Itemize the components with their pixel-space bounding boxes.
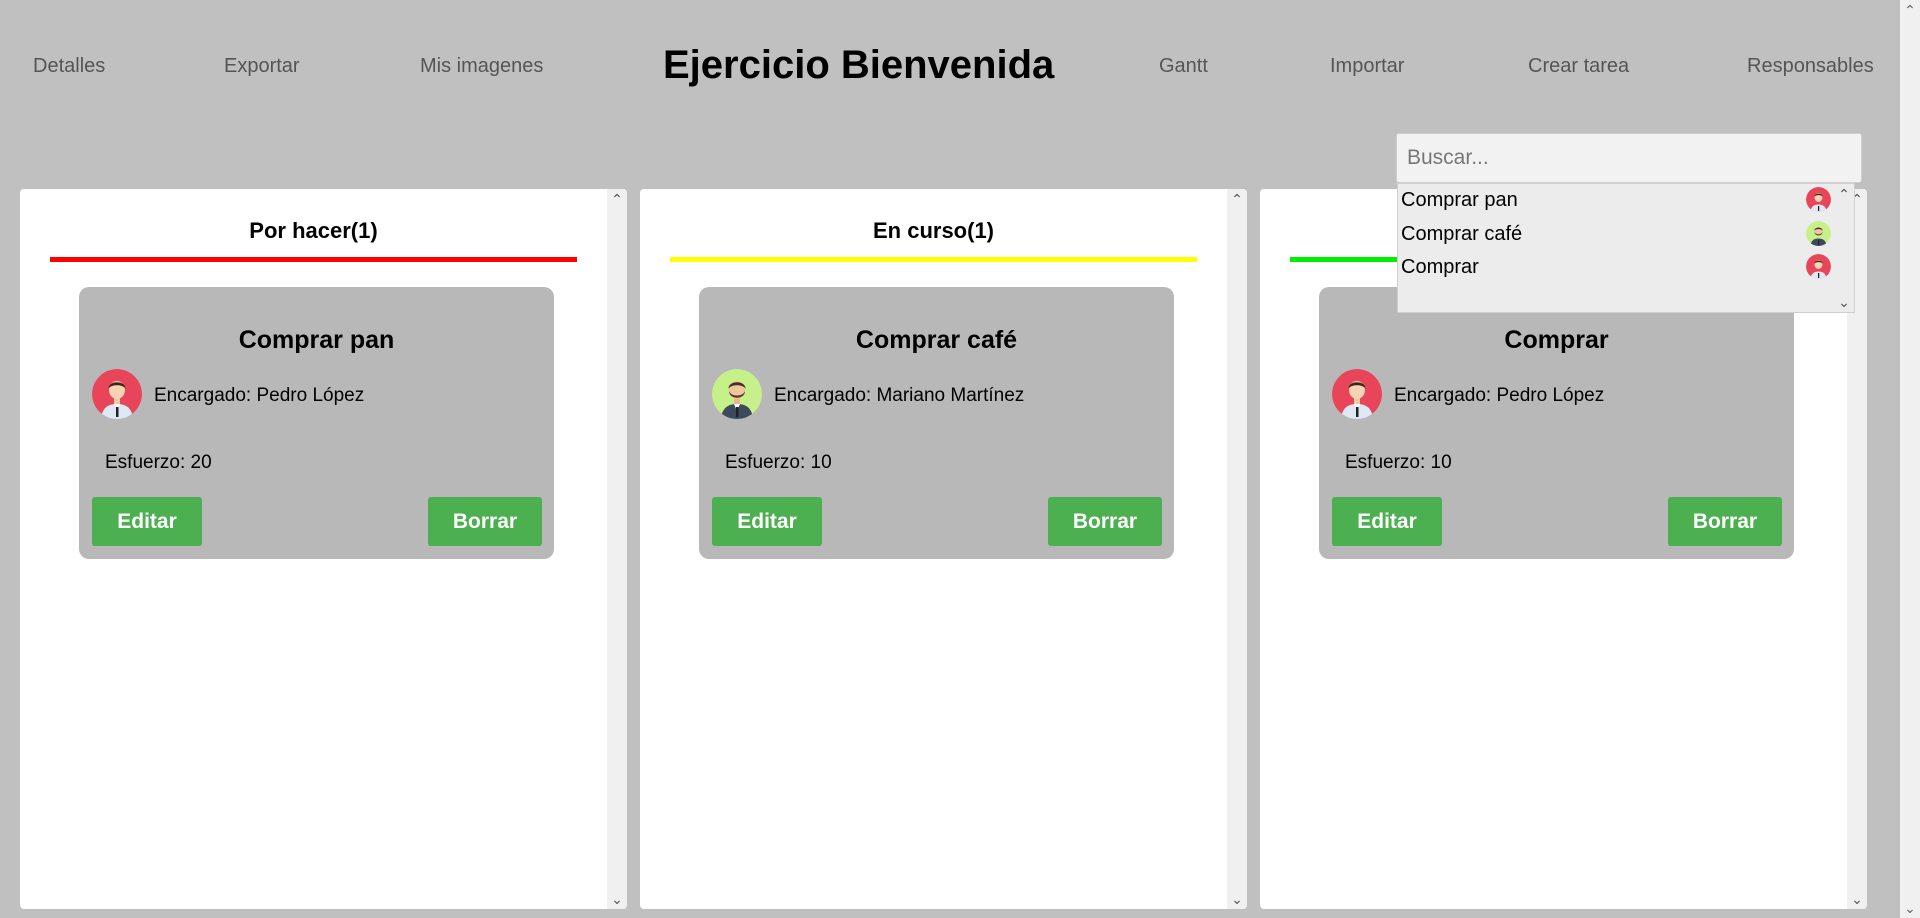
nav-detalles[interactable]: Detalles bbox=[33, 55, 105, 78]
search-result-label: Comprar pan bbox=[1401, 189, 1518, 211]
person-red-icon bbox=[1806, 187, 1831, 212]
edit-button[interactable]: Editar bbox=[1332, 497, 1442, 546]
delete-button[interactable]: Borrar bbox=[428, 497, 542, 546]
column-title: En curso(1) bbox=[872, 218, 995, 243]
chevron-down-icon[interactable]: ⌄ bbox=[1227, 889, 1247, 909]
task-card: Comprar Encargado: Pedro López Esfuerzo:… bbox=[1319, 287, 1794, 559]
search-result-label: Comprar bbox=[1401, 256, 1479, 278]
chevron-down-icon[interactable]: ⌄ bbox=[607, 889, 627, 909]
nav-mis-imagenes[interactable]: Mis imagenes bbox=[420, 55, 543, 78]
nav-crear-tarea[interactable]: Crear tarea bbox=[1528, 55, 1629, 78]
task-title: Comprar bbox=[1504, 326, 1609, 354]
person-green-icon bbox=[712, 369, 762, 419]
search-result-item[interactable]: Comprar bbox=[1401, 252, 1831, 282]
edit-button[interactable]: Editar bbox=[92, 497, 202, 546]
column-scrollbar[interactable]: ⌃ ⌄ bbox=[607, 189, 627, 909]
delete-button[interactable]: Borrar bbox=[1668, 497, 1782, 546]
nav-gantt[interactable]: Gantt bbox=[1159, 55, 1208, 78]
task-assignee: Encargado: Mariano Martínez bbox=[774, 385, 1025, 406]
person-green-icon bbox=[1806, 221, 1831, 246]
search-input[interactable] bbox=[1396, 133, 1862, 183]
chevron-down-icon[interactable]: ⌄ bbox=[1900, 898, 1920, 918]
nav-responsables[interactable]: Responsables bbox=[1747, 55, 1874, 78]
task-title: Comprar pan bbox=[238, 326, 395, 354]
task-effort: Esfuerzo: 20 bbox=[105, 452, 212, 473]
page-title: Ejercicio Bienvenida bbox=[663, 43, 1055, 87]
task-assignee: Encargado: Pedro López bbox=[154, 385, 365, 406]
delete-button[interactable]: Borrar bbox=[1048, 497, 1162, 546]
nav-importar[interactable]: Importar bbox=[1330, 55, 1404, 78]
search-result-item[interactable]: Comprar café bbox=[1401, 219, 1831, 249]
column-color-bar bbox=[670, 257, 1197, 262]
search-results-dropdown: Comprar pan Comprar café Comprar ⌃ ⌄ bbox=[1397, 183, 1855, 313]
column-en-curso: En curso(1) Comprar café Encargado: Mari… bbox=[640, 189, 1247, 909]
column-color-bar bbox=[50, 257, 577, 262]
task-assignee: Encargado: Pedro López bbox=[1394, 385, 1605, 406]
person-red-icon bbox=[1806, 254, 1831, 279]
task-card: Comprar café Encargado: Mariano Martínez… bbox=[699, 287, 1174, 559]
page-scrollbar[interactable]: ⌃ ⌄ bbox=[1900, 0, 1920, 918]
person-red-icon bbox=[1332, 369, 1382, 419]
chevron-up-icon[interactable]: ⌃ bbox=[607, 189, 627, 209]
column-scrollbar[interactable]: ⌃ ⌄ bbox=[1227, 189, 1247, 909]
task-effort: Esfuerzo: 10 bbox=[725, 452, 832, 473]
dropdown-scrollbar[interactable]: ⌃ ⌄ bbox=[1834, 184, 1854, 312]
task-effort: Esfuerzo: 10 bbox=[1345, 452, 1452, 473]
column-title: Por hacer(1) bbox=[249, 218, 378, 243]
chevron-up-icon[interactable]: ⌃ bbox=[1900, 0, 1920, 20]
nav-exportar[interactable]: Exportar bbox=[224, 55, 300, 78]
chevron-up-icon[interactable]: ⌃ bbox=[1834, 184, 1854, 204]
task-title: Comprar café bbox=[855, 326, 1018, 354]
search-result-item[interactable]: Comprar pan bbox=[1401, 185, 1831, 215]
chevron-down-icon[interactable]: ⌄ bbox=[1834, 292, 1854, 312]
column-por-hacer: Por hacer(1) Comprar pan Encargado: Pedr… bbox=[20, 189, 627, 909]
search-result-label: Comprar café bbox=[1401, 223, 1523, 245]
person-red-icon bbox=[92, 369, 142, 419]
task-card: Comprar pan Encargado: Pedro López Esfue… bbox=[79, 287, 554, 559]
chevron-up-icon[interactable]: ⌃ bbox=[1227, 189, 1247, 209]
chevron-down-icon[interactable]: ⌄ bbox=[1847, 889, 1867, 909]
edit-button[interactable]: Editar bbox=[712, 497, 822, 546]
